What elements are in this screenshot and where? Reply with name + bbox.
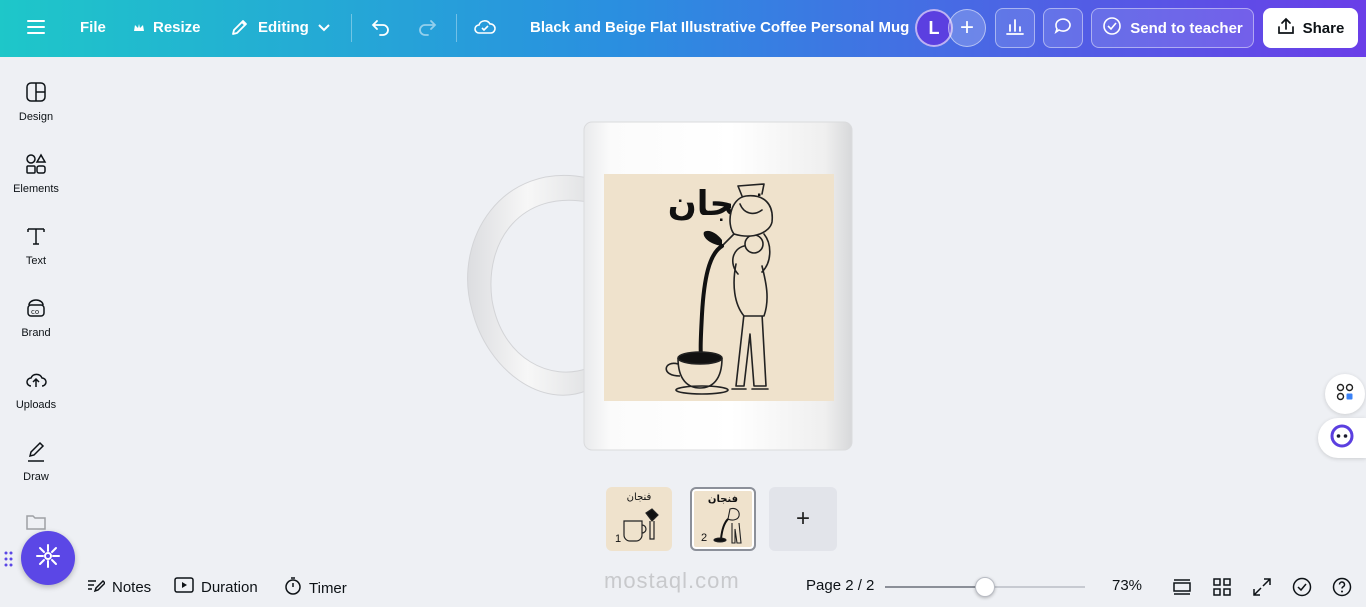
sidebar-item-label: Elements — [13, 183, 59, 195]
comments-button[interactable] — [1043, 8, 1083, 48]
stopwatch-icon — [284, 577, 302, 599]
sidebar-item-uploads[interactable]: Uploads — [0, 369, 72, 411]
apps-grid-icon — [1336, 383, 1354, 406]
share-upload-icon — [1277, 17, 1295, 39]
svg-text:co: co — [31, 308, 39, 316]
insights-button[interactable] — [995, 8, 1035, 48]
draw-icon — [25, 441, 47, 463]
thumbnail-title: فنجان — [626, 492, 652, 503]
thumbnail-number: 1 — [615, 533, 622, 545]
comment-icon — [1053, 16, 1073, 40]
sidebar-item-draw[interactable]: Draw — [0, 441, 72, 483]
sidebar-item-label: Text — [25, 255, 47, 267]
sidebar-item-label: Design — [18, 111, 54, 123]
thumbnail-illustration — [713, 507, 742, 544]
toolbar-divider — [456, 14, 457, 42]
fullscreen-button[interactable] — [1253, 578, 1271, 600]
folder-icon — [25, 513, 47, 531]
page-thumbnail-1[interactable]: فنجان 1 — [606, 487, 672, 551]
notes-label: Notes — [112, 578, 152, 596]
cloud-check-icon — [473, 17, 497, 37]
assistant-float-button[interactable] — [1318, 418, 1366, 458]
grid-view-button[interactable] — [1213, 578, 1231, 600]
editing-mode-dropdown[interactable]: Editing — [230, 17, 331, 37]
add-collaborator-button[interactable]: + — [948, 9, 986, 47]
timer-label: Timer — [309, 579, 347, 597]
help-icon — [1332, 577, 1352, 601]
check-circle-icon — [1102, 16, 1122, 40]
brand-icon: co — [25, 297, 47, 319]
add-page-button[interactable]: + — [769, 487, 837, 551]
menu-button[interactable] — [27, 19, 45, 35]
apps-float-button[interactable] — [1325, 374, 1365, 414]
page-indicator[interactable]: Page 2 / 2 — [806, 577, 874, 594]
resize-label: Resize — [153, 19, 201, 36]
undo-button[interactable] — [370, 17, 392, 37]
duration-button[interactable]: Duration — [174, 577, 258, 597]
share-label: Share — [1302, 19, 1345, 37]
sidebar-item-brand[interactable]: co Brand — [0, 297, 72, 339]
thumbnail-title: فنجان — [707, 494, 739, 505]
zoom-percentage[interactable]: 73% — [1112, 577, 1142, 594]
crown-icon — [133, 22, 145, 34]
duration-label: Duration — [201, 578, 258, 596]
watermark-text: mostaql.com — [604, 568, 740, 593]
chevron-down-icon — [317, 20, 331, 34]
expand-icon — [1253, 578, 1271, 600]
sidebar-item-projects[interactable] — [0, 513, 72, 531]
resize-button[interactable]: Resize — [133, 19, 201, 36]
notes-button[interactable]: Notes — [87, 577, 151, 597]
sidebar-item-text[interactable]: Text — [0, 225, 72, 267]
hamburger-icon — [27, 19, 45, 35]
sidebar-item-label: Brand — [21, 327, 51, 339]
text-icon — [25, 225, 47, 247]
design-icon — [25, 81, 47, 103]
coffee-pour-illustration[interactable] — [604, 174, 834, 401]
undo-icon — [370, 17, 392, 37]
page-thumbnail-2-selected[interactable]: فنجان 2 — [690, 487, 756, 551]
check-circle-icon — [1292, 577, 1312, 601]
zoom-slider-fill — [885, 586, 985, 588]
file-label: File — [80, 19, 106, 36]
sidebar-item-label: Draw — [23, 471, 49, 483]
grid-icon — [1213, 578, 1231, 600]
cloud-save-status[interactable] — [473, 17, 497, 37]
sidebar-item-design[interactable]: Design — [0, 81, 72, 123]
timer-button[interactable]: Timer — [284, 577, 347, 599]
send-to-teacher-button[interactable]: Send to teacher — [1091, 8, 1254, 48]
document-title[interactable]: Black and Beige Flat Illustrative Coffee… — [530, 19, 909, 36]
redo-icon — [416, 17, 438, 37]
sidebar-item-label: Uploads — [15, 399, 57, 411]
pages-view-icon — [1172, 578, 1192, 600]
editing-label: Editing — [258, 18, 309, 36]
sparkle-icon — [35, 543, 61, 574]
pencil-icon — [230, 17, 250, 37]
pages-view-button[interactable] — [1172, 578, 1192, 600]
zoom-slider-handle[interactable] — [975, 577, 995, 597]
drag-handle-icon[interactable] — [4, 551, 14, 572]
redo-button[interactable] — [416, 17, 438, 37]
toolbar-divider — [351, 14, 352, 42]
bar-chart-icon — [1005, 17, 1025, 39]
share-button[interactable]: Share — [1263, 8, 1358, 48]
play-box-icon — [174, 577, 194, 597]
sidebar-item-elements[interactable]: Elements — [0, 153, 72, 195]
file-menu-button[interactable]: File — [80, 19, 106, 36]
send-label: Send to teacher — [1130, 19, 1243, 37]
magic-assistant-button[interactable] — [21, 531, 75, 585]
elements-icon — [25, 153, 47, 175]
help-button[interactable] — [1332, 577, 1352, 601]
left-sidebar: Design Elements Text co Brand Uploads Dr… — [0, 57, 72, 607]
mug-design-canvas[interactable]: فنجان — [462, 120, 854, 452]
thumbnail-number: 2 — [701, 532, 708, 544]
uploads-icon — [25, 369, 47, 391]
notes-icon — [87, 577, 107, 597]
accessibility-check-button[interactable] — [1292, 577, 1312, 601]
thumbnail-illustration — [623, 508, 659, 542]
top-toolbar: File Resize Editing Black and Beige Flat… — [0, 0, 1366, 57]
assistant-face-icon — [1330, 424, 1354, 453]
